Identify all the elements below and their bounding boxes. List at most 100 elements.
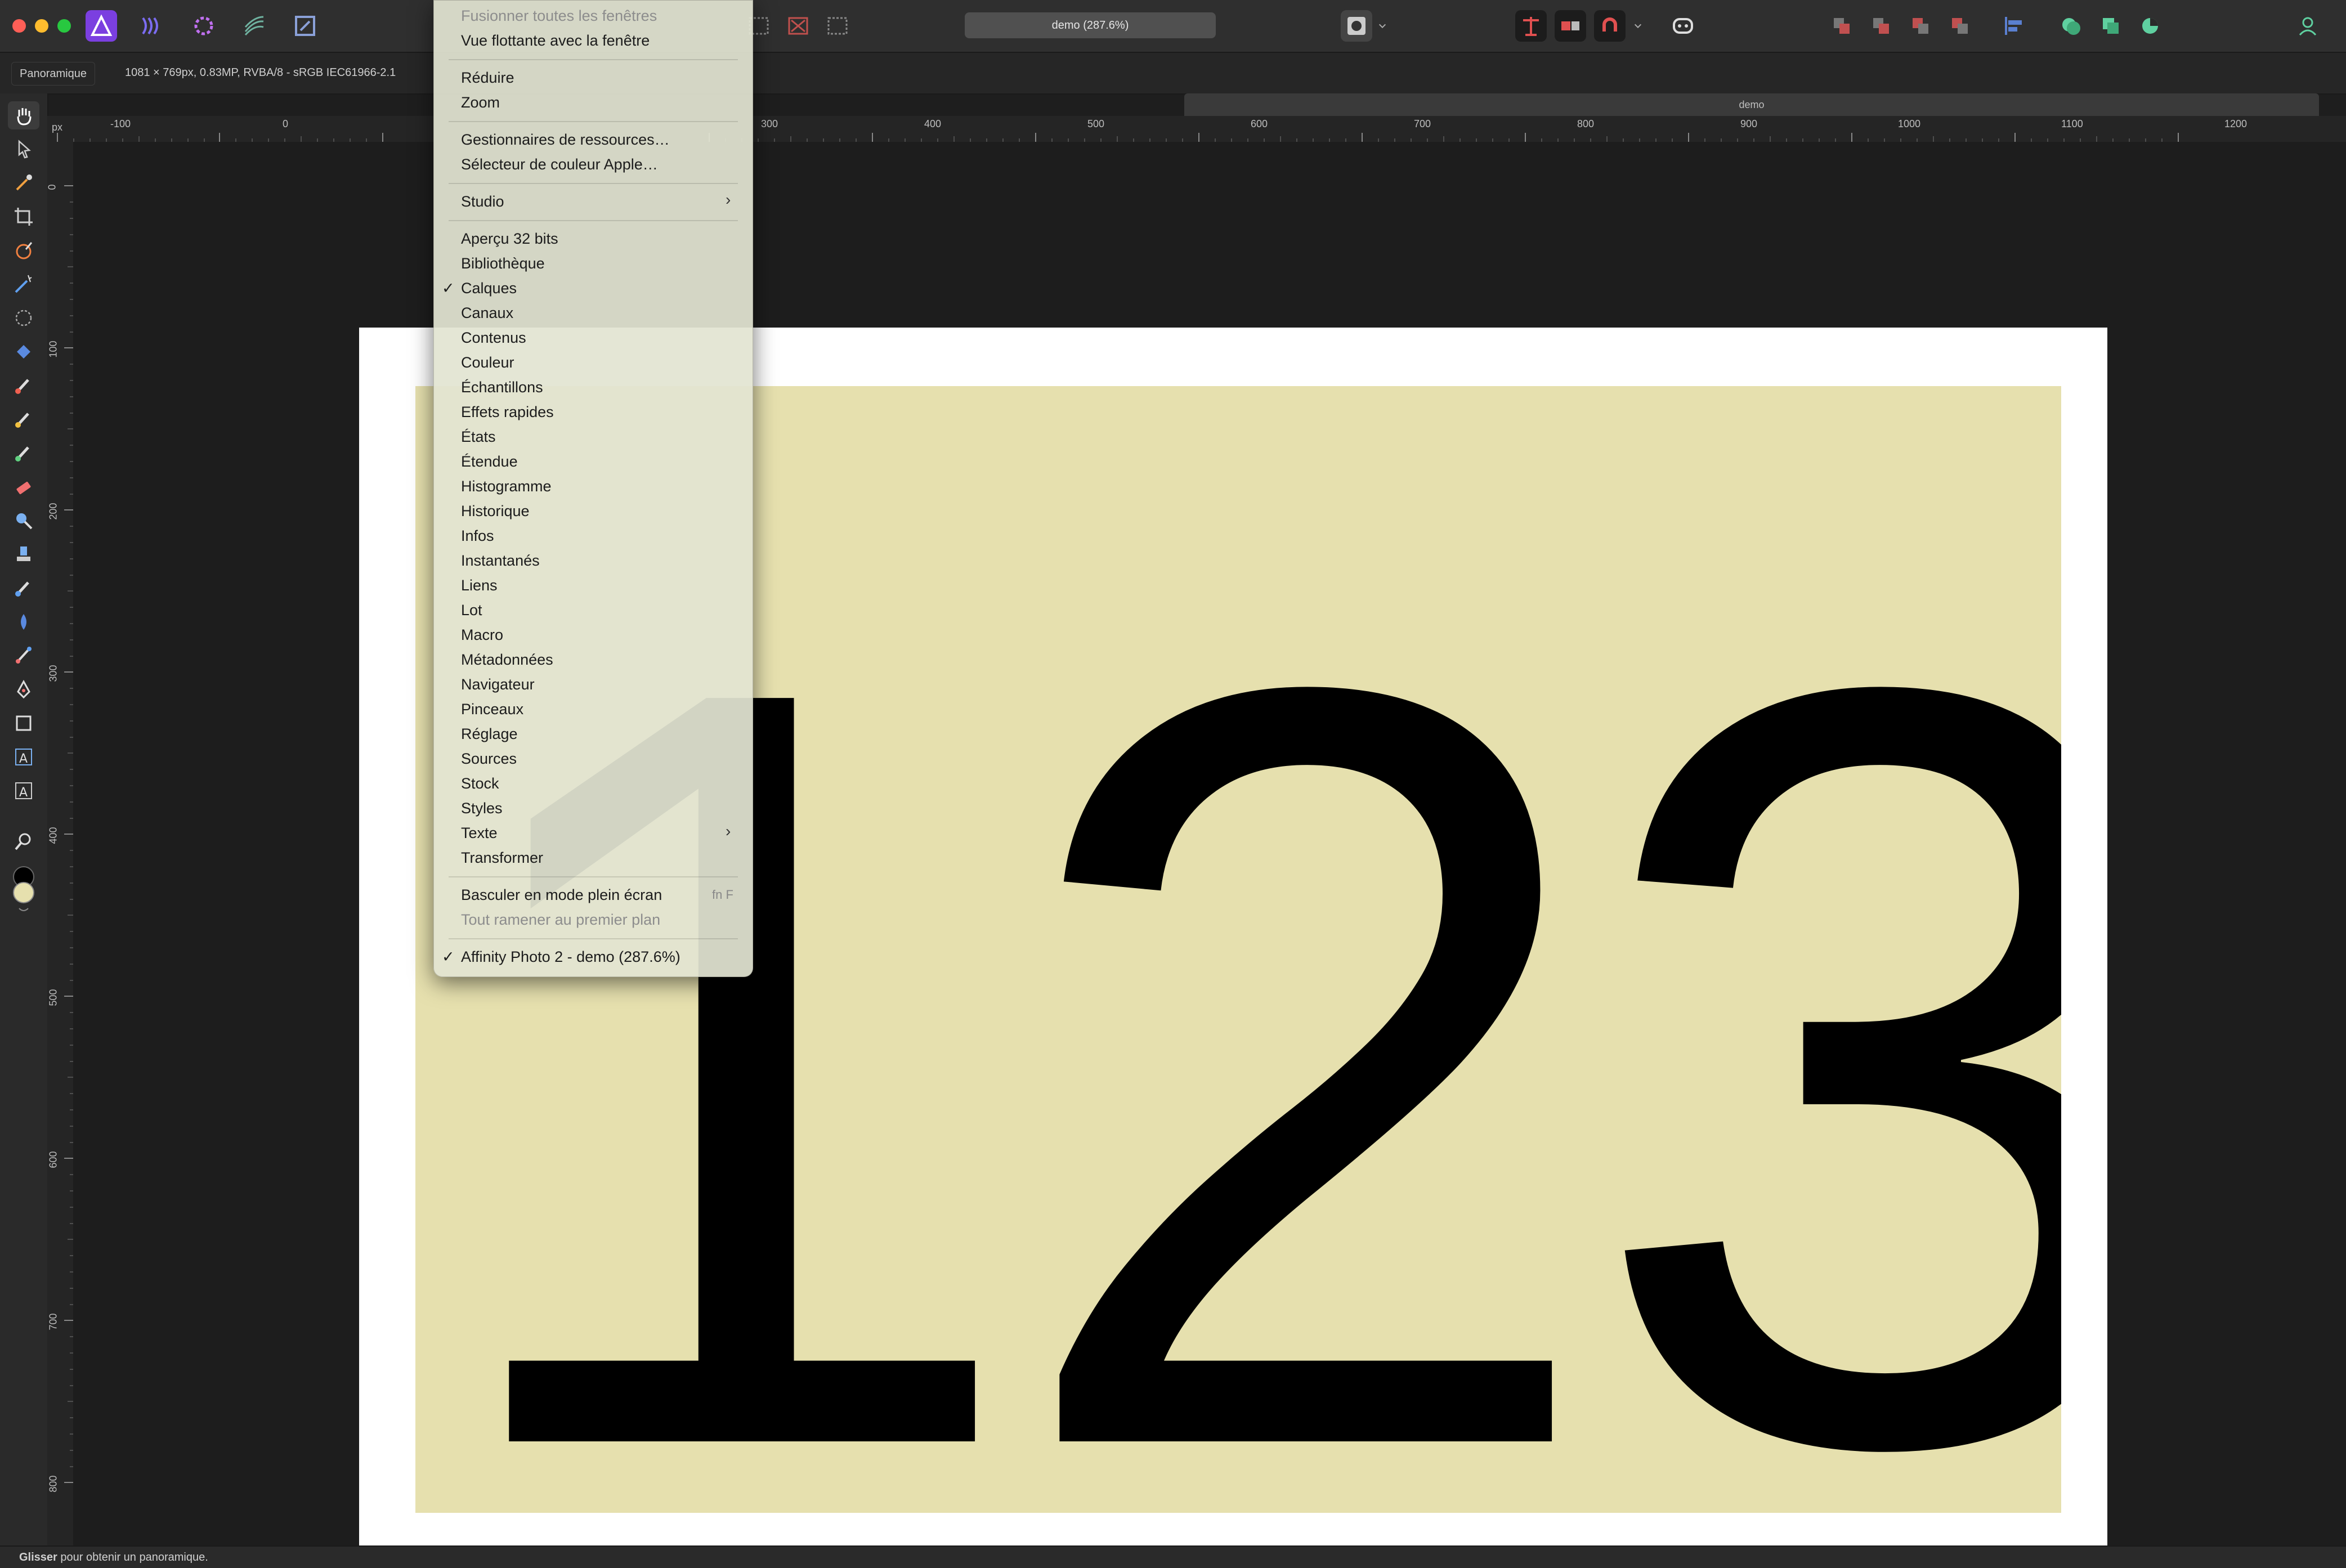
invert-selection-icon[interactable] bbox=[822, 10, 853, 42]
develop-persona-icon[interactable] bbox=[188, 10, 220, 42]
menu-item-snapshots[interactable]: Instantanés bbox=[461, 552, 540, 570]
arrange-front-icon[interactable] bbox=[1944, 10, 1976, 42]
chevron-right-icon: › bbox=[726, 822, 731, 840]
menu-item-stock[interactable]: Stock bbox=[461, 775, 499, 792]
healing-brush-tool-icon[interactable] bbox=[8, 439, 39, 467]
menu-item-resource-managers[interactable]: Gestionnaires de ressources… bbox=[461, 131, 670, 149]
boolean-intersect-icon[interactable] bbox=[2134, 10, 2166, 42]
quick-mask-icon[interactable] bbox=[1341, 10, 1372, 42]
snapping-icon[interactable] bbox=[1515, 10, 1547, 42]
menu-separator bbox=[449, 121, 738, 122]
menu-item-transform[interactable]: Transformer bbox=[461, 849, 543, 867]
menu-item-studio[interactable]: Studio bbox=[461, 193, 504, 210]
boolean-subtract-icon[interactable] bbox=[2095, 10, 2126, 42]
menu-item-adjustment[interactable]: Réglage bbox=[461, 725, 518, 743]
arrange-backward-icon[interactable] bbox=[1865, 10, 1897, 42]
menu-separator bbox=[449, 183, 738, 184]
menu-item-minimize[interactable]: Réduire bbox=[461, 69, 514, 87]
pen-tool-icon[interactable] bbox=[8, 675, 39, 704]
window-menu: Fusionner toutes les fenêtres Vue flotta… bbox=[433, 0, 753, 977]
frame-text-tool-icon[interactable]: A bbox=[8, 777, 39, 805]
menu-item-layers[interactable]: Calques bbox=[442, 280, 517, 297]
menu-item-history[interactable]: Historique bbox=[461, 503, 530, 520]
menu-item-float-window[interactable]: Vue flottante avec la fenêtre bbox=[461, 32, 650, 50]
document-title[interactable]: demo (287.6%) bbox=[965, 12, 1216, 38]
deselect-icon[interactable] bbox=[782, 10, 814, 42]
menu-item-states[interactable]: États bbox=[461, 428, 496, 446]
rectangle-tool-icon[interactable] bbox=[8, 709, 39, 737]
arrange-back-icon[interactable] bbox=[1826, 10, 1857, 42]
chevron-down-icon[interactable] bbox=[1629, 10, 1647, 42]
sharpen-drop-tool-icon[interactable] bbox=[8, 608, 39, 636]
tone-mapping-persona-icon[interactable] bbox=[239, 10, 270, 42]
maximize-window-button[interactable] bbox=[57, 19, 71, 33]
zoom-tool-icon[interactable] bbox=[8, 827, 39, 855]
fill-tool-icon[interactable] bbox=[8, 338, 39, 366]
color-replacement-tool-icon[interactable] bbox=[8, 405, 39, 433]
flood-select-tool-icon[interactable] bbox=[8, 270, 39, 298]
menu-item-styles[interactable]: Styles bbox=[461, 800, 503, 817]
document-canvas[interactable]: 123 bbox=[73, 142, 2346, 1545]
menu-item-fullscreen[interactable]: Basculer en mode plein écran bbox=[461, 886, 662, 904]
ruler-tick-label: 700 bbox=[47, 1313, 59, 1330]
menu-item-macro[interactable]: Macro bbox=[461, 626, 503, 644]
clone-brush-tool-icon[interactable] bbox=[8, 540, 39, 568]
menu-item-channels[interactable]: Canaux bbox=[461, 304, 513, 322]
menu-item-histogram[interactable]: Histogramme bbox=[461, 478, 552, 495]
export-persona-icon[interactable] bbox=[289, 10, 321, 42]
menu-item-text[interactable]: Texte bbox=[461, 825, 498, 842]
menu-item-swatches[interactable]: Échantillons bbox=[461, 379, 543, 396]
menu-item-range[interactable]: Étendue bbox=[461, 453, 518, 471]
menu-item-info[interactable]: Infos bbox=[461, 527, 494, 545]
dodge-tool-icon[interactable] bbox=[8, 507, 39, 535]
menu-item-brushes[interactable]: Pinceaux bbox=[461, 701, 523, 718]
ruler-tick-label: 800 bbox=[1577, 118, 1595, 129]
text-tool-icon[interactable]: A bbox=[8, 743, 39, 771]
magnet-icon[interactable] bbox=[1594, 10, 1626, 42]
boolean-add-icon[interactable] bbox=[2056, 10, 2087, 42]
tab-demo[interactable]: demo bbox=[1184, 93, 2319, 116]
menu-item-navigator[interactable]: Navigateur bbox=[461, 676, 535, 693]
menu-item-metadata[interactable]: Métadonnées bbox=[461, 651, 553, 669]
blur-brush-tool-icon[interactable] bbox=[8, 574, 39, 602]
top-ruler[interactable]: -100 0 300 400 500 600 700 800 900 1000 … bbox=[47, 116, 2346, 142]
ruler-tick-label: 100 bbox=[47, 341, 59, 358]
menu-item-color[interactable]: Couleur bbox=[461, 354, 514, 371]
menu-item-quick-effects[interactable]: Effets rapides bbox=[461, 404, 554, 421]
erase-brush-tool-icon[interactable] bbox=[8, 473, 39, 501]
top-toolbar: demo (287.6%) bbox=[0, 0, 2346, 53]
selection-brush-tool-icon[interactable] bbox=[8, 236, 39, 265]
color-picker-tool-icon[interactable] bbox=[8, 169, 39, 197]
ruler-tick-label: 500 bbox=[1087, 118, 1105, 129]
close-window-button[interactable] bbox=[12, 19, 26, 33]
align-icon[interactable] bbox=[1998, 10, 2030, 42]
marquee-tool-icon[interactable] bbox=[8, 304, 39, 332]
tool-name-label[interactable]: Panoramique bbox=[11, 62, 95, 86]
mesh-warp-tool-icon[interactable] bbox=[8, 642, 39, 670]
menu-item-library[interactable]: Bibliothèque bbox=[461, 255, 545, 272]
arrange-forward-icon[interactable] bbox=[1905, 10, 1936, 42]
menu-item-apple-color-picker[interactable]: Sélecteur de couleur Apple… bbox=[461, 156, 658, 173]
paint-brush-tool-icon[interactable] bbox=[8, 371, 39, 400]
left-ruler[interactable]: 0 100 200 300 400 500 600 700 800 bbox=[47, 142, 74, 1545]
svg-text:A: A bbox=[19, 752, 28, 766]
menu-item-current-window[interactable]: Affinity Photo 2 - demo (287.6%) bbox=[442, 948, 680, 966]
crop-tool-icon[interactable] bbox=[8, 203, 39, 231]
alignment-icon[interactable] bbox=[1555, 10, 1586, 42]
minimize-window-button[interactable] bbox=[35, 19, 48, 33]
menu-item-links[interactable]: Liens bbox=[461, 577, 498, 594]
menu-item-sources[interactable]: Sources bbox=[461, 750, 517, 768]
menu-item-zoom[interactable]: Zoom bbox=[461, 94, 500, 111]
menu-separator bbox=[449, 938, 738, 939]
chevron-down-icon[interactable] bbox=[1373, 10, 1391, 42]
hand-tool-icon[interactable] bbox=[8, 101, 39, 129]
assistant-icon[interactable] bbox=[1667, 10, 1699, 42]
menu-item-32bit-preview[interactable]: Aperçu 32 bits bbox=[461, 230, 558, 248]
color-swatches-icon[interactable] bbox=[8, 864, 39, 915]
photo-persona-icon[interactable] bbox=[86, 10, 117, 42]
liquify-persona-icon[interactable] bbox=[135, 10, 167, 42]
menu-item-contents[interactable]: Contenus bbox=[461, 329, 526, 347]
menu-item-batch[interactable]: Lot bbox=[461, 602, 482, 619]
move-tool-icon[interactable] bbox=[8, 135, 39, 163]
account-icon[interactable] bbox=[2292, 10, 2323, 42]
